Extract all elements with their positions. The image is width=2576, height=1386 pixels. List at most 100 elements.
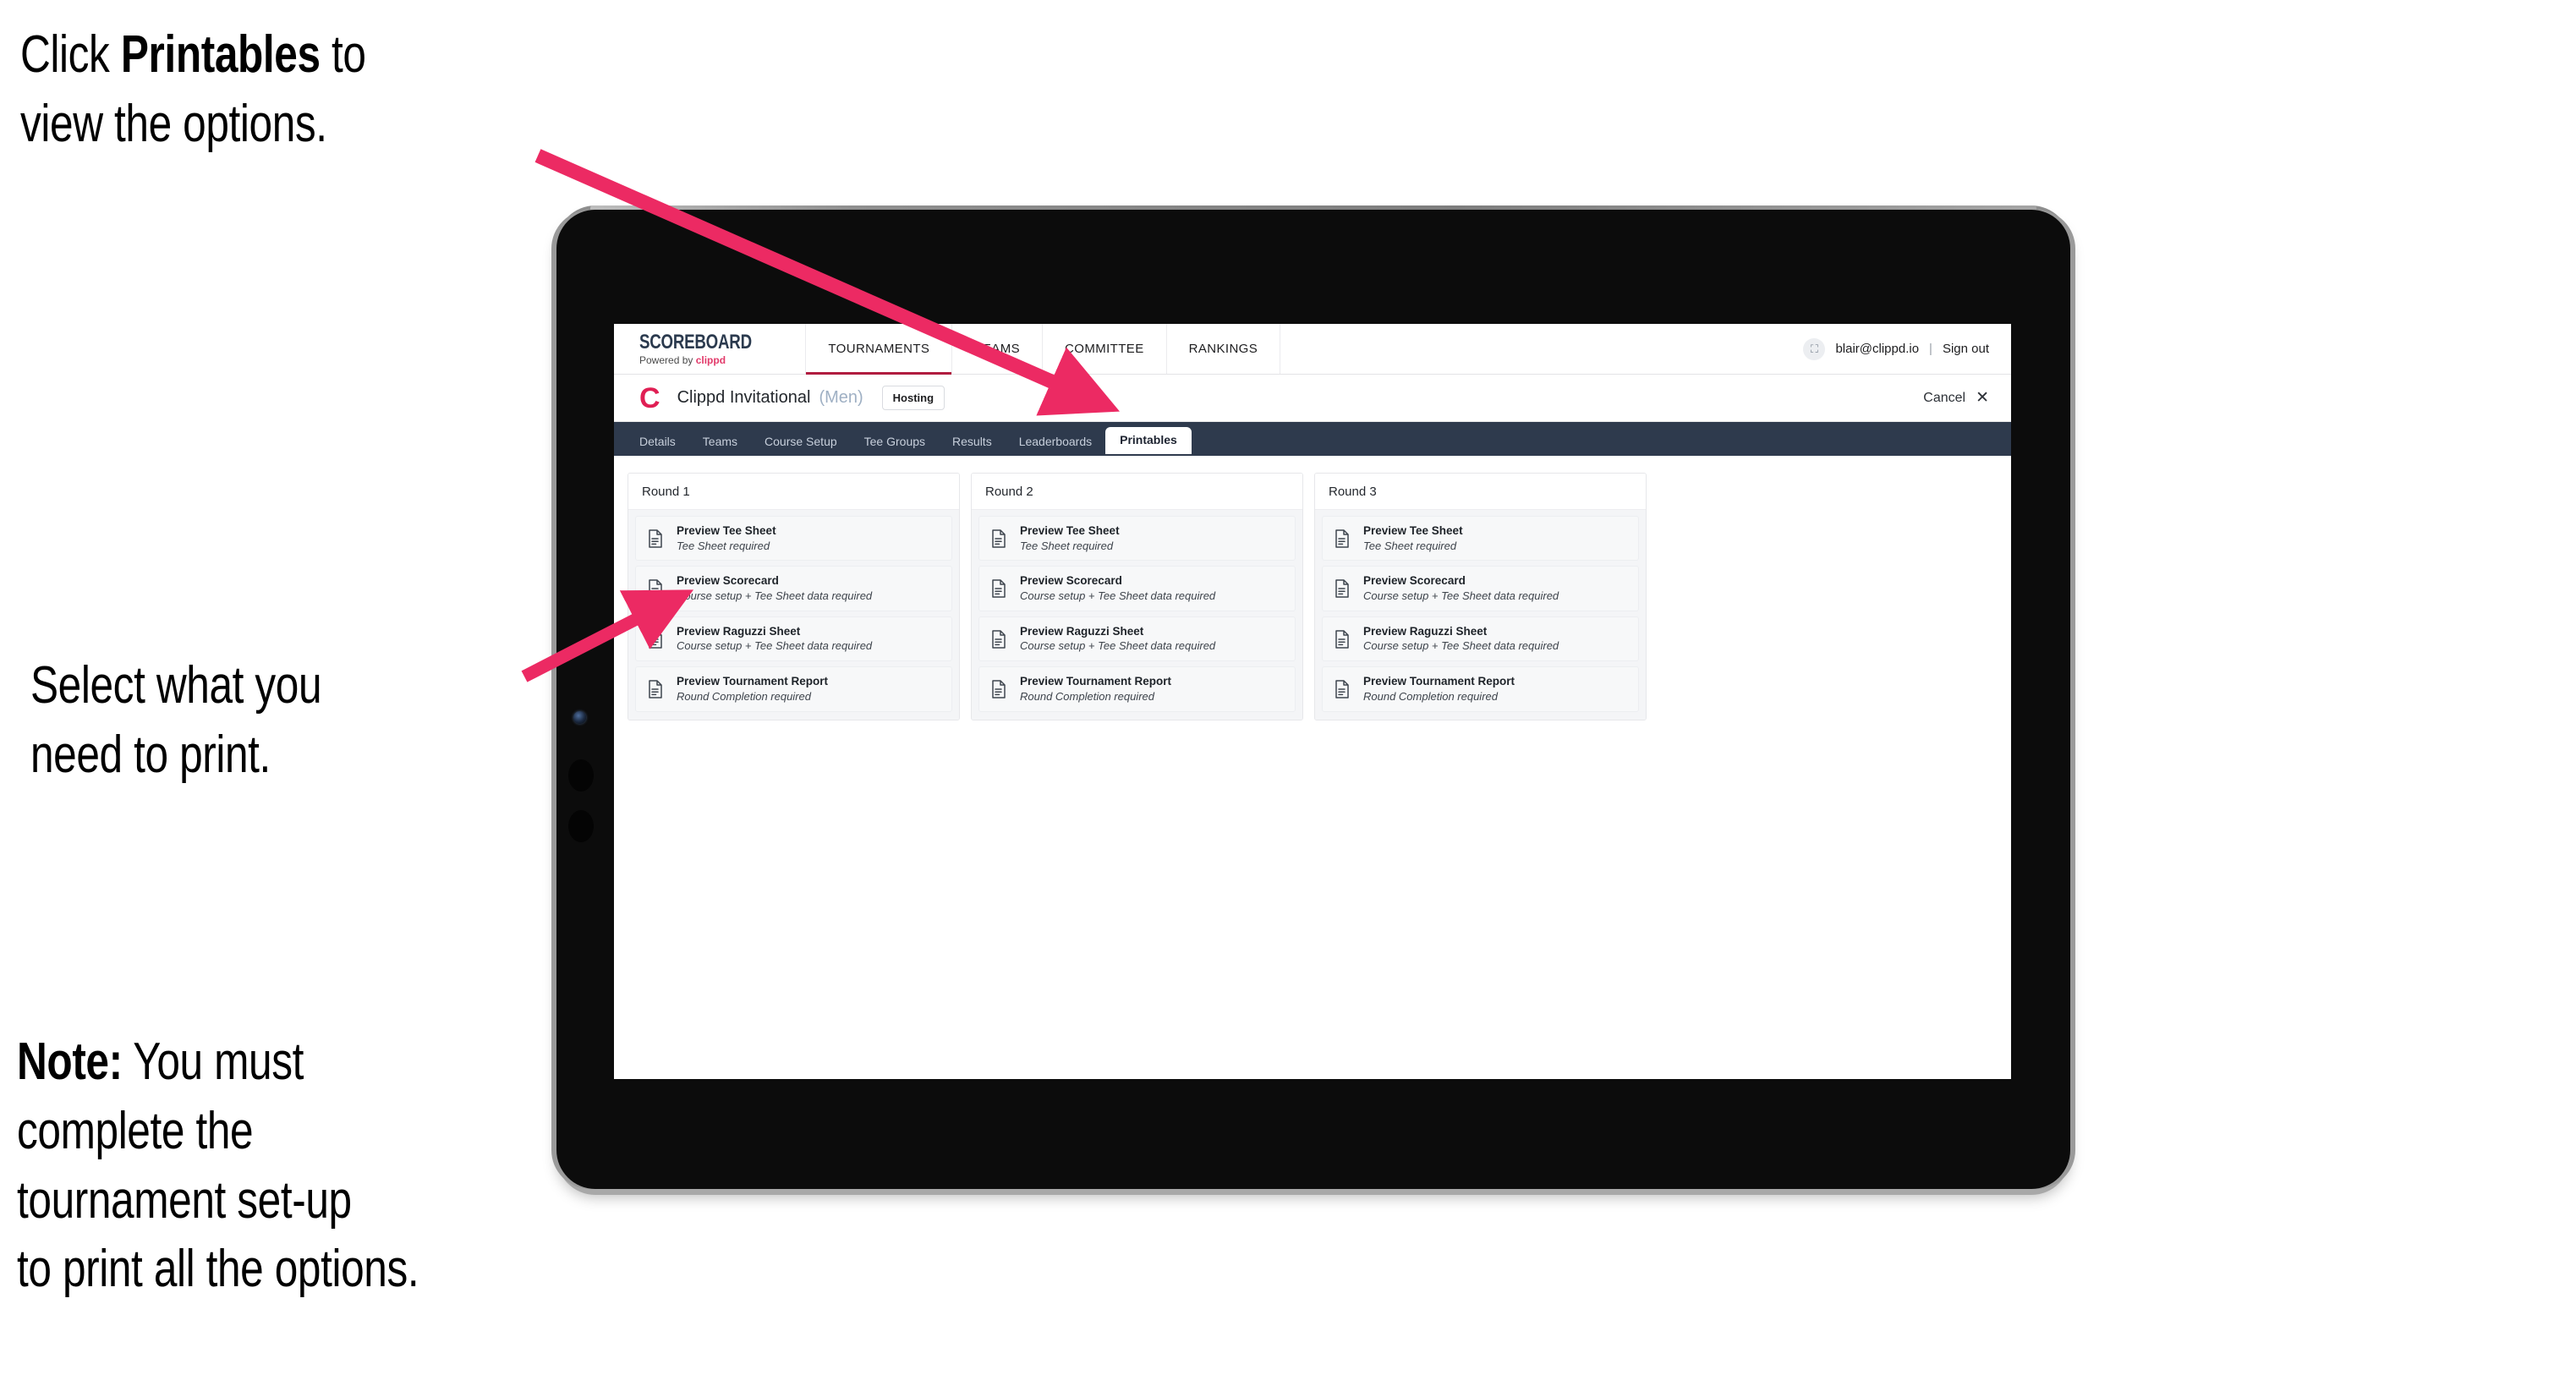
printable-item[interactable]: Preview Scorecard Course setup + Tee Shee…	[1322, 566, 1639, 611]
printable-item-requirement: Course setup + Tee Sheet data required	[677, 639, 873, 653]
front-camera-icon	[573, 711, 586, 724]
printable-item-text: Preview Tee Sheet Tee Sheet required	[1363, 524, 1463, 552]
nav-item-label: TEAMS	[974, 342, 1021, 356]
clippd-logo-icon: C	[639, 381, 660, 414]
document-icon	[992, 529, 1006, 548]
printable-item[interactable]: Preview Scorecard Course setup + Tee Shee…	[635, 566, 952, 611]
annotation-text-plain: Select what you need to print.	[30, 656, 322, 784]
brand-tagline: Powered by clippd	[639, 355, 783, 365]
section-tab-bar: Details Teams Course Setup Tee Groups Result…	[614, 422, 2011, 456]
printable-item[interactable]: Preview Tournament Report Round Completio…	[1322, 666, 1639, 712]
document-icon	[992, 629, 1006, 649]
nav-item-rankings[interactable]: RANKINGS	[1165, 324, 1280, 374]
tournament-gender: (Men)	[819, 388, 863, 407]
nav-item-tournaments[interactable]: TOURNAMENTS	[805, 324, 952, 375]
printable-item-text: Preview Tournament Report Round Completio…	[1363, 675, 1515, 703]
printable-item[interactable]: Preview Raguzzi Sheet Course setup + Tee …	[978, 616, 1296, 662]
round-column: Round 1 Preview Tee Sheet Tee Sheet requi…	[628, 473, 960, 720]
printable-item-title: Preview Tee Sheet	[1363, 524, 1463, 537]
nav-item-label: RANKINGS	[1188, 342, 1258, 356]
printable-item-requirement: Course setup + Tee Sheet data required	[1020, 589, 1216, 602]
round-title: Round 3	[1315, 474, 1646, 510]
scoreboard-logo[interactable]: SCOREBOARD Powered by clippd	[614, 324, 805, 374]
document-icon	[649, 680, 662, 698]
printable-item-text: Preview Tournament Report Round Completio…	[677, 675, 828, 703]
document-icon	[649, 579, 662, 598]
document-icon	[649, 629, 662, 649]
round-title: Round 2	[972, 474, 1302, 510]
printable-item-title: Preview Raguzzi Sheet	[1363, 624, 1488, 638]
nav-item-label: TOURNAMENTS	[828, 342, 930, 356]
printable-item-requirement: Tee Sheet required	[1363, 539, 1457, 552]
printable-item-requirement: Tee Sheet required	[1020, 539, 1114, 552]
tab-details[interactable]: Details	[626, 429, 689, 456]
printable-item-title: Preview Scorecard	[1363, 574, 1466, 588]
tab-leaderboards[interactable]: Leaderboards	[1006, 429, 1105, 456]
printable-item-title: Preview Tournament Report	[677, 675, 829, 688]
tab-tee-groups[interactable]: Tee Groups	[851, 429, 939, 456]
printable-item-text: Preview Scorecard Course setup + Tee Shee…	[677, 574, 872, 602]
printable-item-title: Preview Scorecard	[1020, 574, 1122, 588]
cancel-label: Cancel	[1923, 390, 1966, 405]
printable-item-text: Preview Raguzzi Sheet Course setup + Tee …	[1363, 625, 1559, 653]
annotation-click-printables: Click Printables to view the options.	[20, 20, 366, 159]
annotation-text-plain: Click	[20, 25, 121, 84]
brand-name: SCOREBOARD	[639, 331, 752, 353]
document-icon	[1335, 629, 1349, 649]
annotation-text-bold: Note:	[17, 1033, 123, 1091]
printable-item-requirement: Course setup + Tee Sheet data required	[1020, 639, 1216, 653]
tournament-title-bar: C Clippd Invitational (Men) Hosting Canc…	[614, 375, 2011, 422]
tab-teams[interactable]: Teams	[689, 429, 751, 456]
avatar[interactable]: ⛶	[1803, 337, 1826, 360]
printables-content: Round 1 Preview Tee Sheet Tee Sheet requi…	[614, 456, 2011, 1079]
printable-item-requirement: Round Completion required	[677, 689, 811, 703]
annotation-text-bold: Printables	[120, 25, 321, 84]
printable-item-text: Preview Scorecard Course setup + Tee Shee…	[1363, 574, 1559, 602]
tab-results[interactable]: Results	[939, 429, 1006, 456]
account-area: ⛶ blair@clippd.io | Sign out	[1788, 324, 2011, 374]
document-icon	[992, 579, 1006, 598]
device-button-upper[interactable]	[568, 759, 594, 792]
printable-item-requirement: Course setup + Tee Sheet data required	[1363, 589, 1559, 602]
printable-item[interactable]: Preview Raguzzi Sheet Course setup + Tee …	[635, 616, 952, 662]
close-icon: ✕	[1976, 389, 1989, 407]
tab-course-setup[interactable]: Course Setup	[751, 429, 851, 456]
sign-out-link[interactable]: Sign out	[1943, 342, 1989, 356]
printable-item[interactable]: Preview Tee Sheet Tee Sheet required	[1322, 516, 1639, 562]
app-top-nav-bar: SCOREBOARD Powered by clippd TOURNAMENTS…	[614, 324, 2011, 375]
printable-item-title: Preview Raguzzi Sheet	[1020, 624, 1144, 638]
app-screen: SCOREBOARD Powered by clippd TOURNAMENTS…	[614, 324, 2011, 1079]
nav-item-committee[interactable]: COMMITTEE	[1042, 324, 1166, 374]
round-column: Round 3 Preview Tee Sheet Tee Sheet requi…	[1314, 473, 1647, 720]
document-icon	[649, 529, 662, 548]
printable-item[interactable]: Preview Tournament Report Round Completio…	[978, 666, 1296, 712]
hosting-badge: Hosting	[881, 386, 945, 410]
primary-nav: TOURNAMENTS TEAMS COMMITTEE RANKINGS	[805, 324, 1280, 375]
printable-item-text: Preview Scorecard Course setup + Tee Shee…	[1020, 574, 1215, 602]
round-item-list: Preview Tee Sheet Tee Sheet required Prev…	[1315, 510, 1646, 720]
printable-item-text: Preview Tee Sheet Tee Sheet required	[1020, 524, 1120, 552]
cancel-button[interactable]: Cancel ✕	[1923, 390, 1989, 406]
printable-item[interactable]: Preview Tournament Report Round Completio…	[635, 666, 952, 712]
tab-printables[interactable]: Printables	[1105, 427, 1192, 454]
brand-tagline-prefix: Powered by	[639, 354, 696, 366]
printable-item-requirement: Round Completion required	[1020, 689, 1154, 703]
annotation-select-what-to-print: Select what you need to print.	[30, 651, 322, 790]
round-item-list: Preview Tee Sheet Tee Sheet required Prev…	[628, 510, 959, 720]
document-icon	[992, 680, 1006, 698]
printable-item-text: Preview Raguzzi Sheet Course setup + Tee …	[1020, 625, 1215, 653]
printable-item-title: Preview Tournament Report	[1020, 675, 1172, 688]
printable-item[interactable]: Preview Tee Sheet Tee Sheet required	[978, 516, 1296, 562]
printable-item-text: Preview Raguzzi Sheet Course setup + Tee …	[677, 625, 872, 653]
nav-item-teams[interactable]: TEAMS	[951, 324, 1042, 374]
printable-item-requirement: Round Completion required	[1363, 689, 1498, 703]
printable-item-title: Preview Tee Sheet	[677, 524, 776, 537]
printable-item[interactable]: Preview Tee Sheet Tee Sheet required	[635, 516, 952, 562]
printable-item-text: Preview Tournament Report Round Completio…	[1020, 675, 1171, 703]
printable-item[interactable]: Preview Raguzzi Sheet Course setup + Tee …	[1322, 616, 1639, 662]
printable-item[interactable]: Preview Scorecard Course setup + Tee Shee…	[978, 566, 1296, 611]
printable-item-title: Preview Tournament Report	[1363, 675, 1515, 688]
document-icon	[1335, 680, 1349, 698]
device-button-lower[interactable]	[568, 810, 594, 842]
tournament-name: Clippd Invitational	[677, 388, 811, 407]
